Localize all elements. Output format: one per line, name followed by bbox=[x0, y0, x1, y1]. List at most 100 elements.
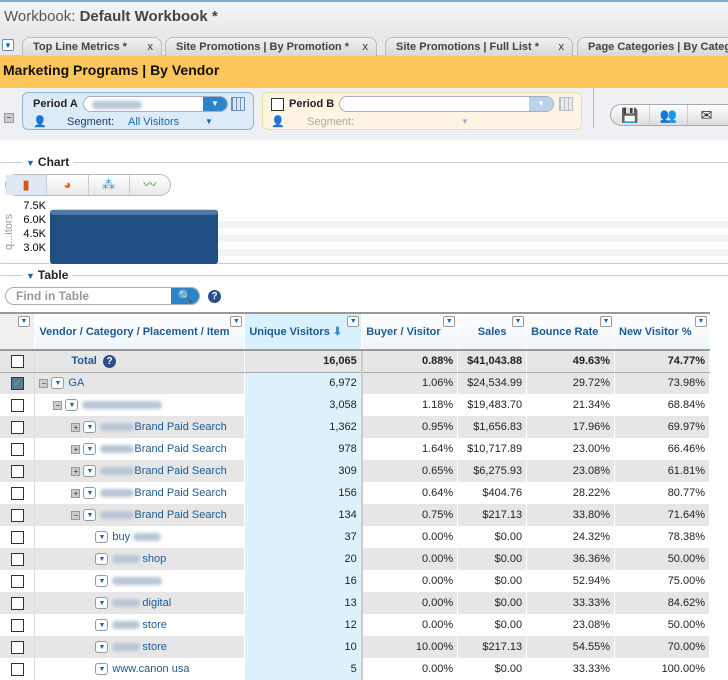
row-menu-chevron-icon[interactable]: ▼ bbox=[95, 619, 109, 632]
row-menu-chevron-icon[interactable]: ▼ bbox=[83, 509, 97, 522]
row-menu-chevron-icon[interactable]: ▼ bbox=[95, 597, 109, 610]
row-checkbox[interactable] bbox=[10, 618, 24, 632]
expand-icon[interactable]: + bbox=[71, 444, 81, 454]
line-chart-icon[interactable]: 〰 bbox=[130, 175, 170, 195]
tab-label: Top Line Metrics * bbox=[33, 41, 127, 53]
column-header-sales[interactable]: Sales ▼ bbox=[457, 312, 528, 351]
share-users-icon[interactable]: 👥 bbox=[649, 105, 687, 125]
save-icon[interactable]: 💾 bbox=[611, 105, 649, 125]
chevron-down-icon[interactable]: ▼ bbox=[443, 316, 456, 327]
row-label[interactable]: Brand Paid Search bbox=[134, 443, 226, 455]
hierarchy-chart-icon[interactable]: ⁂ bbox=[89, 175, 130, 195]
bar[interactable] bbox=[50, 209, 218, 264]
chart-section-toggle[interactable]: ▼ Chart bbox=[22, 155, 74, 169]
row-menu-chevron-icon[interactable]: ▼ bbox=[95, 531, 109, 544]
close-icon[interactable]: x bbox=[363, 38, 369, 56]
row-menu-chevron-icon[interactable]: ▼ bbox=[83, 443, 97, 456]
row-checkbox[interactable] bbox=[10, 354, 24, 368]
column-header-unique-visitors[interactable]: Unique Visitors ⬇ ▼ bbox=[244, 312, 363, 351]
close-icon[interactable]: x bbox=[148, 38, 154, 56]
row-label[interactable]: shop bbox=[142, 553, 166, 565]
row-name-cell: ▼ store bbox=[34, 636, 246, 658]
bar-chart-icon[interactable]: ▮ bbox=[6, 175, 48, 195]
row-menu-chevron-icon[interactable]: ▼ bbox=[83, 487, 97, 500]
column-header-new-visitor[interactable]: New Visitor % ▼ bbox=[614, 312, 710, 351]
row-label[interactable]: Brand Paid Search bbox=[134, 465, 226, 477]
row-checkbox[interactable] bbox=[10, 640, 24, 654]
table-row: + ▼ Brand Paid Search 978 1.64% $10,717.89 23.… bbox=[0, 438, 710, 460]
row-menu-chevron-icon[interactable]: ▼ bbox=[83, 421, 97, 434]
chevron-down-icon[interactable]: ▼ bbox=[600, 316, 613, 327]
help-icon[interactable]: ? bbox=[208, 290, 221, 303]
expand-icon[interactable]: + bbox=[71, 466, 81, 476]
help-icon[interactable]: ? bbox=[103, 354, 116, 368]
row-menu-chevron-icon[interactable]: ▼ bbox=[95, 641, 109, 654]
tab-page-categories[interactable]: Page Categories | By Category bbox=[577, 37, 728, 56]
row-label[interactable]: store bbox=[142, 619, 166, 631]
calendar-icon[interactable] bbox=[231, 97, 245, 111]
expand-icon[interactable]: + bbox=[71, 488, 81, 498]
tab-site-promotions-full-list[interactable]: Site Promotions | Full List * x bbox=[385, 37, 573, 56]
collapse-icon[interactable]: − bbox=[4, 113, 14, 123]
table-row: ▼ www.canon usa 5 0.00% $0.00 33.33% 100.00% bbox=[0, 658, 710, 680]
find-in-table-input[interactable]: Find in Table 🔍 bbox=[5, 287, 200, 305]
row-label[interactable]: digital bbox=[142, 597, 171, 609]
collapse-icon[interactable]: − bbox=[39, 378, 49, 388]
close-icon[interactable]: x bbox=[559, 38, 565, 56]
row-checkbox[interactable] bbox=[10, 442, 24, 456]
tab-top-line-metrics[interactable]: Top Line Metrics * x bbox=[22, 37, 162, 56]
email-icon[interactable]: ✉ bbox=[687, 105, 725, 125]
row-checkbox[interactable] bbox=[10, 398, 24, 412]
row-checkbox[interactable] bbox=[10, 596, 24, 610]
expand-icon[interactable]: + bbox=[71, 422, 81, 432]
calendar-icon[interactable] bbox=[559, 97, 573, 111]
tab-site-promotions-by-promotion[interactable]: Site Promotions | By Promotion * x bbox=[165, 37, 377, 56]
table-section-toggle[interactable]: ▼ Table bbox=[22, 268, 73, 282]
search-icon[interactable]: 🔍 bbox=[171, 288, 199, 304]
collapse-icon[interactable]: − bbox=[71, 510, 81, 520]
period-b-select[interactable]: ▼ bbox=[339, 96, 554, 112]
row-label[interactable]: store bbox=[142, 641, 166, 653]
chevron-down-icon[interactable]: ▼ bbox=[230, 316, 243, 327]
row-checkbox[interactable] bbox=[10, 552, 24, 566]
row-menu-chevron-icon[interactable]: ▼ bbox=[51, 377, 65, 390]
row-label[interactable]: Brand Paid Search bbox=[134, 421, 226, 433]
column-header-vendor[interactable]: Vendor / Category / Placement / Item ▼ bbox=[34, 312, 246, 351]
chevron-down-icon[interactable]: ▼ bbox=[205, 117, 213, 126]
row-label[interactable]: www.canon usa bbox=[112, 663, 189, 675]
row-menu-chevron-icon[interactable]: ▼ bbox=[95, 553, 109, 566]
chevron-down-icon[interactable]: ▼ bbox=[695, 316, 707, 327]
period-b-checkbox[interactable] bbox=[271, 98, 284, 111]
row-checkbox[interactable] bbox=[10, 420, 24, 434]
row-checkbox[interactable] bbox=[10, 464, 24, 478]
row-label[interactable]: Brand Paid Search bbox=[134, 509, 226, 521]
buyer-visitor-cell: 0.75% bbox=[361, 504, 459, 526]
chevron-down-icon[interactable]: ▼ bbox=[347, 316, 360, 327]
period-a-select[interactable]: ▼ bbox=[83, 96, 228, 112]
segment-select[interactable]: All Visitors bbox=[128, 116, 179, 128]
row-menu-chevron-icon[interactable]: ▼ bbox=[95, 663, 109, 676]
column-header-bounce-rate[interactable]: Bounce Rate ▼ bbox=[526, 312, 616, 351]
period-a-label: Period A bbox=[33, 98, 78, 110]
row-checkbox[interactable] bbox=[10, 574, 24, 588]
row-label[interactable]: GA bbox=[68, 377, 84, 389]
row-checkbox[interactable]: ✓ bbox=[10, 376, 24, 390]
row-menu-chevron-icon[interactable]: ▼ bbox=[65, 399, 79, 412]
chevron-down-icon[interactable]: ▼ bbox=[512, 316, 525, 327]
bounce-rate-cell: 54.55% bbox=[526, 636, 616, 658]
collapse-icon[interactable]: − bbox=[53, 400, 63, 410]
row-menu-chevron-icon[interactable]: ▼ bbox=[83, 465, 97, 478]
row-menu-chevron-icon[interactable]: ▼ bbox=[95, 575, 109, 588]
chevron-down-icon[interactable]: ▼ bbox=[18, 316, 30, 327]
tab-menu-chevron-icon[interactable]: ▼ bbox=[2, 39, 14, 51]
divider bbox=[593, 88, 594, 128]
row-checkbox[interactable] bbox=[10, 530, 24, 544]
row-label[interactable]: Brand Paid Search bbox=[134, 487, 226, 499]
row-checkbox[interactable] bbox=[10, 508, 24, 522]
row-checkbox[interactable] bbox=[10, 662, 24, 676]
row-checkbox[interactable] bbox=[10, 486, 24, 500]
pie-chart-icon[interactable]: ◕ bbox=[47, 175, 89, 195]
column-header-buyer-visitor[interactable]: Buyer / Visitor ▼ bbox=[361, 312, 459, 351]
chevron-down-icon[interactable]: ▼ bbox=[461, 117, 469, 126]
row-label[interactable]: buy bbox=[112, 531, 130, 543]
